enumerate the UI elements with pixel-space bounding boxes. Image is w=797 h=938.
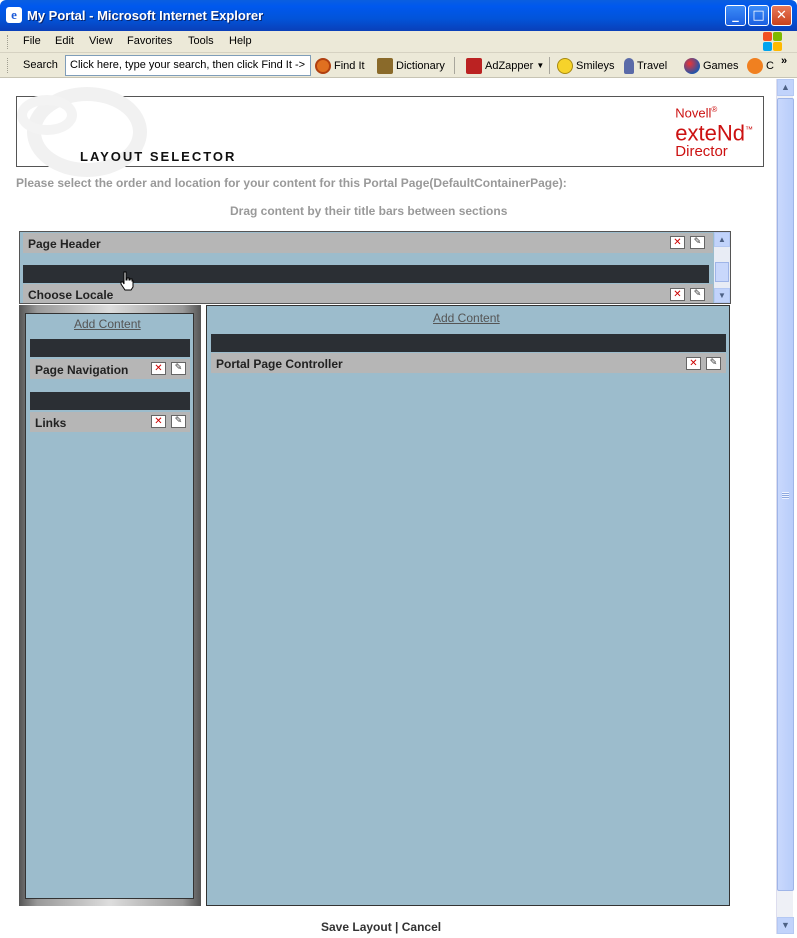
dropdown-arrow-icon: ▼	[536, 61, 545, 70]
page-viewport: LAYOUT SELECTOR Novell® exteNd™ Director…	[4, 79, 776, 934]
novell-extend-logo: Novell® exteNd™ Director	[675, 105, 753, 160]
delete-icon[interactable]: ✕	[151, 415, 166, 428]
footer-separator: |	[395, 920, 399, 934]
page-scrollbar[interactable]: ▲ ▼	[776, 79, 794, 934]
add-content-link[interactable]: Add Content	[74, 317, 141, 331]
delete-icon[interactable]: ✕	[686, 357, 701, 370]
save-layout-link[interactable]: Save Layout	[321, 920, 392, 934]
c-icon	[747, 57, 763, 74]
logo-director: Director	[675, 142, 728, 160]
header-section-scrollbar[interactable]: ▲ ▼	[714, 232, 730, 303]
ie-icon: e	[6, 7, 22, 23]
edit-pencil-icon[interactable]: ✎	[690, 236, 705, 249]
drop-zone[interactable]	[30, 392, 190, 410]
portlet-portal-page-controller[interactable]: Portal Page Controller	[211, 353, 726, 373]
window-title: My Portal - Microsoft Internet Explorer	[27, 8, 264, 23]
search-input[interactable]: Click here, type your search, then click…	[65, 55, 311, 76]
menu-grip	[7, 35, 10, 49]
toolbar-separator	[549, 57, 550, 74]
portlet-links[interactable]: Links	[30, 412, 190, 432]
target-icon	[315, 57, 331, 74]
search-toolbar: Search Click here, type your search, the…	[0, 53, 797, 78]
gear-watermark-icon	[17, 95, 77, 135]
toolbar-separator	[454, 57, 455, 74]
dictionary-label: Dictionary	[396, 59, 445, 72]
menu-file[interactable]: File	[23, 35, 41, 47]
scroll-up-arrow-icon[interactable]: ▲	[777, 79, 794, 96]
window-titlebar: e My Portal - Microsoft Internet Explore…	[0, 0, 797, 31]
menu-view[interactable]: View	[89, 35, 113, 47]
menu-favorites[interactable]: Favorites	[127, 35, 172, 47]
drop-zone[interactable]	[211, 334, 726, 352]
logo-extend: exteNd	[675, 120, 745, 146]
menu-edit[interactable]: Edit	[55, 35, 74, 47]
scroll-thumb[interactable]	[715, 262, 729, 282]
edit-pencil-icon[interactable]: ✎	[690, 288, 705, 301]
add-content-link[interactable]: Add Content	[433, 311, 500, 325]
scroll-thumb[interactable]	[777, 98, 794, 891]
menu-help[interactable]: Help	[229, 35, 252, 47]
drop-zone[interactable]	[30, 339, 190, 357]
adzapper-label: AdZapper	[485, 59, 534, 72]
smileys-label: Smileys	[576, 59, 615, 72]
hand-cursor-icon	[120, 271, 134, 291]
smiley-icon	[557, 57, 573, 74]
drag-hint-text: Drag content by their title bars between…	[230, 204, 508, 218]
travel-button[interactable]: Travel	[624, 56, 667, 75]
find-it-label: Find It	[334, 59, 365, 72]
left-column-section: Add Content Page Navigation ✕ ✎ Links ✕ …	[25, 313, 194, 899]
edit-pencil-icon[interactable]: ✎	[706, 357, 721, 370]
menu-tools[interactable]: Tools	[188, 35, 214, 47]
delete-icon[interactable]: ✕	[670, 236, 685, 249]
toolbar-grip	[7, 58, 10, 73]
adzapper-button[interactable]: AdZapper ▼	[466, 56, 544, 75]
instructions-text: Please select the order and location for…	[16, 176, 567, 190]
delete-icon[interactable]: ✕	[151, 362, 166, 375]
games-button[interactable]: Games	[684, 56, 738, 75]
footer-actions: Save Layout | Cancel	[321, 920, 441, 934]
games-ball-icon	[684, 57, 700, 74]
binoculars-icon	[377, 57, 393, 74]
adzapper-icon	[466, 57, 482, 74]
logo-trademark-mark: ™	[745, 125, 753, 135]
maximize-button[interactable]: □	[748, 5, 769, 26]
portlet-title: Portal Page Controller	[216, 357, 343, 371]
right-column-section: Add Content Portal Page Controller ✕ ✎	[206, 305, 730, 906]
scroll-down-arrow-icon[interactable]: ▼	[777, 917, 794, 934]
edit-pencil-icon[interactable]: ✎	[171, 415, 186, 428]
header-section: Page Header ✕ ✎ Choose Locale ✕ ✎ ▲ ▼	[19, 231, 731, 304]
delete-icon[interactable]: ✕	[670, 288, 685, 301]
layout-selector-banner: LAYOUT SELECTOR Novell® exteNd™ Director	[16, 87, 764, 177]
portlet-title: Links	[35, 416, 67, 430]
cancel-link[interactable]: Cancel	[402, 920, 441, 934]
c-label: C	[766, 59, 774, 72]
page-title: LAYOUT SELECTOR	[80, 149, 237, 164]
balloon-icon	[624, 57, 634, 74]
scroll-up-arrow-icon[interactable]: ▲	[714, 232, 730, 247]
portlet-title: Choose Locale	[28, 288, 114, 302]
smileys-button[interactable]: Smileys	[557, 56, 615, 75]
portlet-title: Page Header	[28, 237, 101, 251]
left-column-frame: Add Content Page Navigation ✕ ✎ Links ✕ …	[19, 305, 201, 906]
overflow-button-c[interactable]: C	[747, 56, 774, 75]
close-button[interactable]: ✕	[771, 5, 792, 26]
logo-registered-mark: ®	[711, 105, 718, 114]
chevron-right-icon[interactable]: »	[781, 55, 787, 67]
menu-bar: File Edit View Favorites Tools Help	[0, 31, 797, 53]
travel-label: Travel	[637, 59, 668, 72]
minimize-button[interactable]: _	[725, 5, 746, 26]
portlet-page-header[interactable]: Page Header	[23, 233, 713, 253]
portlet-title: Page Navigation	[35, 363, 129, 377]
edit-pencil-icon[interactable]: ✎	[171, 362, 186, 375]
find-it-button[interactable]: Find It	[315, 56, 365, 75]
games-label: Games	[703, 59, 739, 72]
scroll-down-arrow-icon[interactable]: ▼	[714, 288, 730, 303]
windows-logo-icon	[763, 32, 783, 52]
logo-novell: Novell	[675, 105, 712, 121]
portlet-page-navigation[interactable]: Page Navigation	[30, 359, 190, 379]
search-label[interactable]: Search	[23, 59, 58, 71]
dictionary-button[interactable]: Dictionary	[377, 56, 445, 75]
